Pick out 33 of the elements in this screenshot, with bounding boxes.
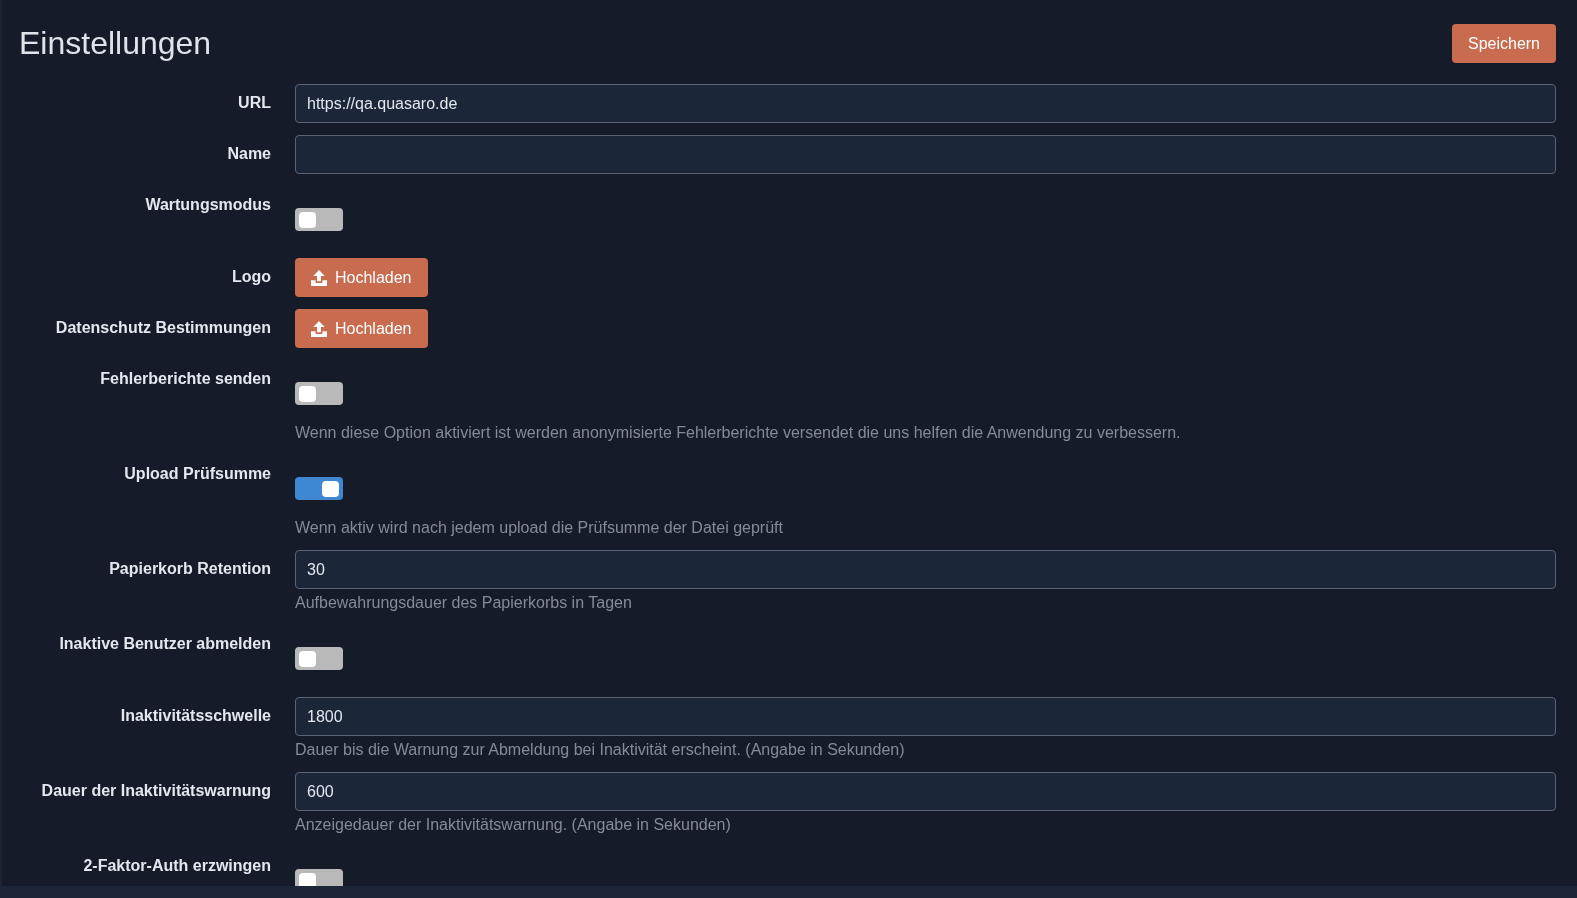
help-text: Wenn diese Option aktiviert ist werden anonymisierte Fehlerberichte versendet die uns helfen die Anwendung zu verbessern. [295,423,1181,443]
toggle-switch[interactable] [295,208,343,231]
field-label: Logo [231,268,271,285]
input-field[interactable]: 600 [295,772,1556,811]
toggle-switch[interactable] [295,647,343,670]
input-field[interactable]: 1800 [295,697,1556,736]
help-text: Dauer bis die Warnung zur Abmeldung bei Inaktivität erscheint. (Angabe in Sekunden) [295,740,905,760]
field-label: Fehlerberichte senden [100,370,271,387]
field-label: Dauer der Inaktivitätswarnung [41,782,271,799]
save-button[interactable]: Speichern [1451,24,1556,63]
page-title: Einstellungen [19,24,212,63]
field-label: Inaktivitätsschwelle [120,707,271,724]
field-label: Upload Prüfsumme [124,465,271,482]
upload-button[interactable]: Hochladen [295,309,428,348]
upload-icon [311,320,327,337]
toggle-switch[interactable] [295,477,343,500]
field-label: Papierkorb Retention [109,560,271,577]
upload-button[interactable]: Hochladen [295,258,428,297]
field-label: Wartungsmodus [145,196,271,213]
field-label: URL [238,94,271,111]
input-field[interactable] [295,135,1556,174]
field-label: Datenschutz Bestimmungen [55,319,271,336]
help-text: Anzeigedauer der Inaktivitätswarnung. (Angabe in Sekunden) [295,815,731,835]
upload-icon [311,269,327,286]
input-field[interactable]: 30 [295,550,1556,589]
help-text: Wenn aktiv wird nach jedem upload die Prüfsumme der Datei geprüft [295,518,783,538]
input-field[interactable]: https://qa.quasaro.de [295,84,1556,123]
field-label: Name [227,145,271,162]
field-label: Inaktive Benutzer abmelden [59,635,271,652]
toggle-switch[interactable] [295,382,343,405]
field-label: 2-Faktor-Auth erzwingen [83,857,271,874]
toggle-switch[interactable] [295,869,343,886]
help-text: Aufbewahrungsdauer des Papierkorbs in Tagen [295,593,632,613]
